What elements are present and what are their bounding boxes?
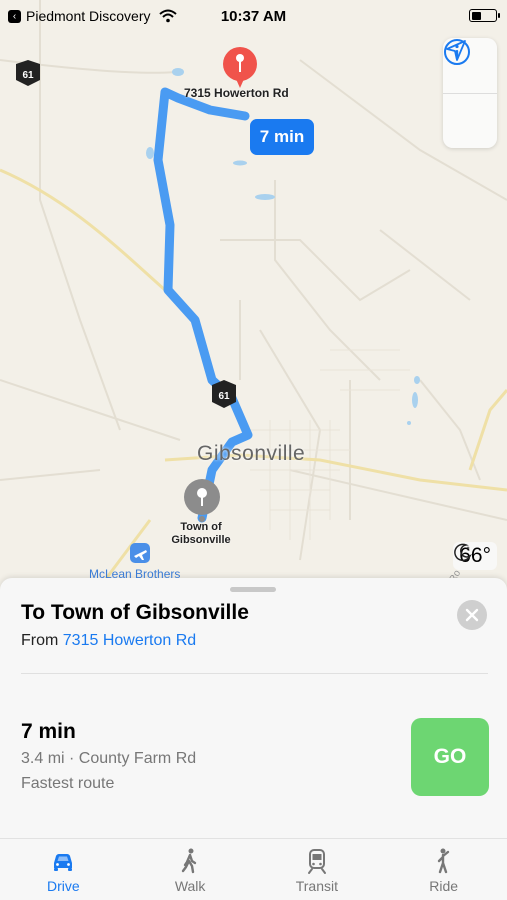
tab-label: Walk	[174, 878, 206, 894]
highway-shield-label: 61	[218, 391, 230, 402]
location-button[interactable]	[443, 40, 497, 148]
close-icon	[465, 608, 479, 622]
route-time: 7 min	[21, 720, 76, 743]
tab-ride[interactable]: Ride	[380, 839, 507, 900]
status-time: 10:37 AM	[220, 7, 287, 25]
close-button[interactable]	[457, 600, 487, 630]
chevron-left-icon[interactable]: ‹	[8, 9, 21, 23]
status-bar: ‹ Piedmont Discovery 10:37 AM	[0, 0, 507, 32]
tab-label: Ride	[429, 878, 459, 894]
map-view[interactable]: 61 61 Ro 7315 Howerton Rd Town of Gibson	[0, 0, 507, 600]
back-to-app-link[interactable]: Piedmont Discovery	[26, 8, 151, 24]
airport-icon[interactable]	[130, 543, 150, 563]
origin-label: Town of Gibsonville	[171, 521, 231, 546]
from-line: From 7315 Howerton Rd	[21, 632, 196, 650]
ride-icon	[437, 848, 449, 874]
destination-label: 7315 Howerton Rd	[184, 86, 289, 100]
train-icon	[307, 849, 326, 874]
weather-badge: 66°	[453, 542, 497, 570]
sheet-grabber[interactable]	[230, 587, 276, 592]
car-icon	[54, 854, 73, 871]
from-place-link[interactable]: 7315 Howerton Rd	[63, 632, 196, 649]
go-button[interactable]: GO	[411, 718, 489, 796]
tab-label: Drive	[47, 878, 80, 894]
location-arrow-icon	[446, 40, 466, 61]
destination-pin-icon[interactable]	[223, 47, 257, 88]
tab-drive[interactable]: Drive	[0, 839, 127, 900]
tab-label: Transit	[295, 878, 339, 894]
battery-icon	[469, 9, 500, 22]
airport-label: McLean Brothers	[89, 567, 181, 581]
moon-icon	[454, 543, 473, 562]
wifi-icon	[158, 9, 177, 23]
from-prefix: From	[21, 632, 59, 649]
highway-shield-label: 61	[22, 70, 34, 81]
sheet-title: To Town of Gibsonville	[21, 601, 249, 624]
highway-shield: 61	[212, 380, 236, 408]
transport-tab-bar: Drive Walk Transit Ride	[0, 838, 507, 900]
tab-walk[interactable]: Walk	[127, 839, 254, 900]
route-note: Fastest route	[21, 775, 115, 792]
route-details: 3.4 mi · County Farm Rd	[21, 750, 197, 767]
map-controls	[443, 38, 497, 148]
walk-icon	[181, 848, 197, 874]
tab-transit[interactable]: Transit	[254, 839, 381, 900]
route-time-bubble[interactable]: 7 min	[250, 119, 314, 155]
highway-shield: 61	[16, 60, 40, 86]
divider	[21, 673, 488, 674]
city-label: Gibsonville	[197, 442, 306, 465]
